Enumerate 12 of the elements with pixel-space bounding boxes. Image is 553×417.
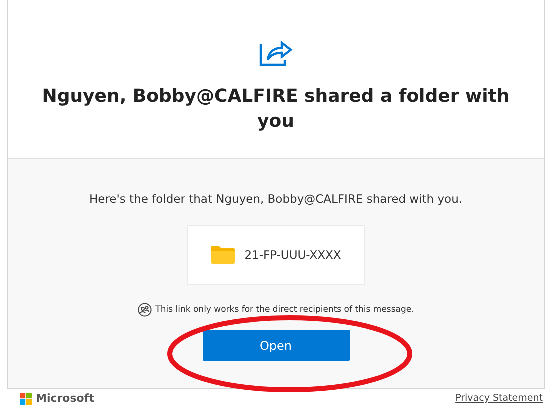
share-message: Here's the folder that Nguyen, Bobby@CALFIRE shared with you. xyxy=(89,192,463,206)
folder-name: 21-FP-UUU-XXXX xyxy=(244,248,342,262)
folder-card[interactable]: 21-FP-UUU-XXXX xyxy=(187,225,365,285)
brand-name: Microsoft xyxy=(36,392,94,405)
privacy-link[interactable]: Privacy Statement xyxy=(456,393,543,404)
microsoft-logo-icon xyxy=(20,392,32,404)
open-button[interactable]: Open xyxy=(202,330,350,361)
share-title: Nguyen, Bobby@CALFIRE shared a folder with you xyxy=(41,85,511,134)
notice-text: This link only works for the direct recipients of this message. xyxy=(156,305,414,315)
share-icon xyxy=(258,40,294,68)
people-icon xyxy=(138,303,152,317)
folder-icon xyxy=(210,246,235,264)
